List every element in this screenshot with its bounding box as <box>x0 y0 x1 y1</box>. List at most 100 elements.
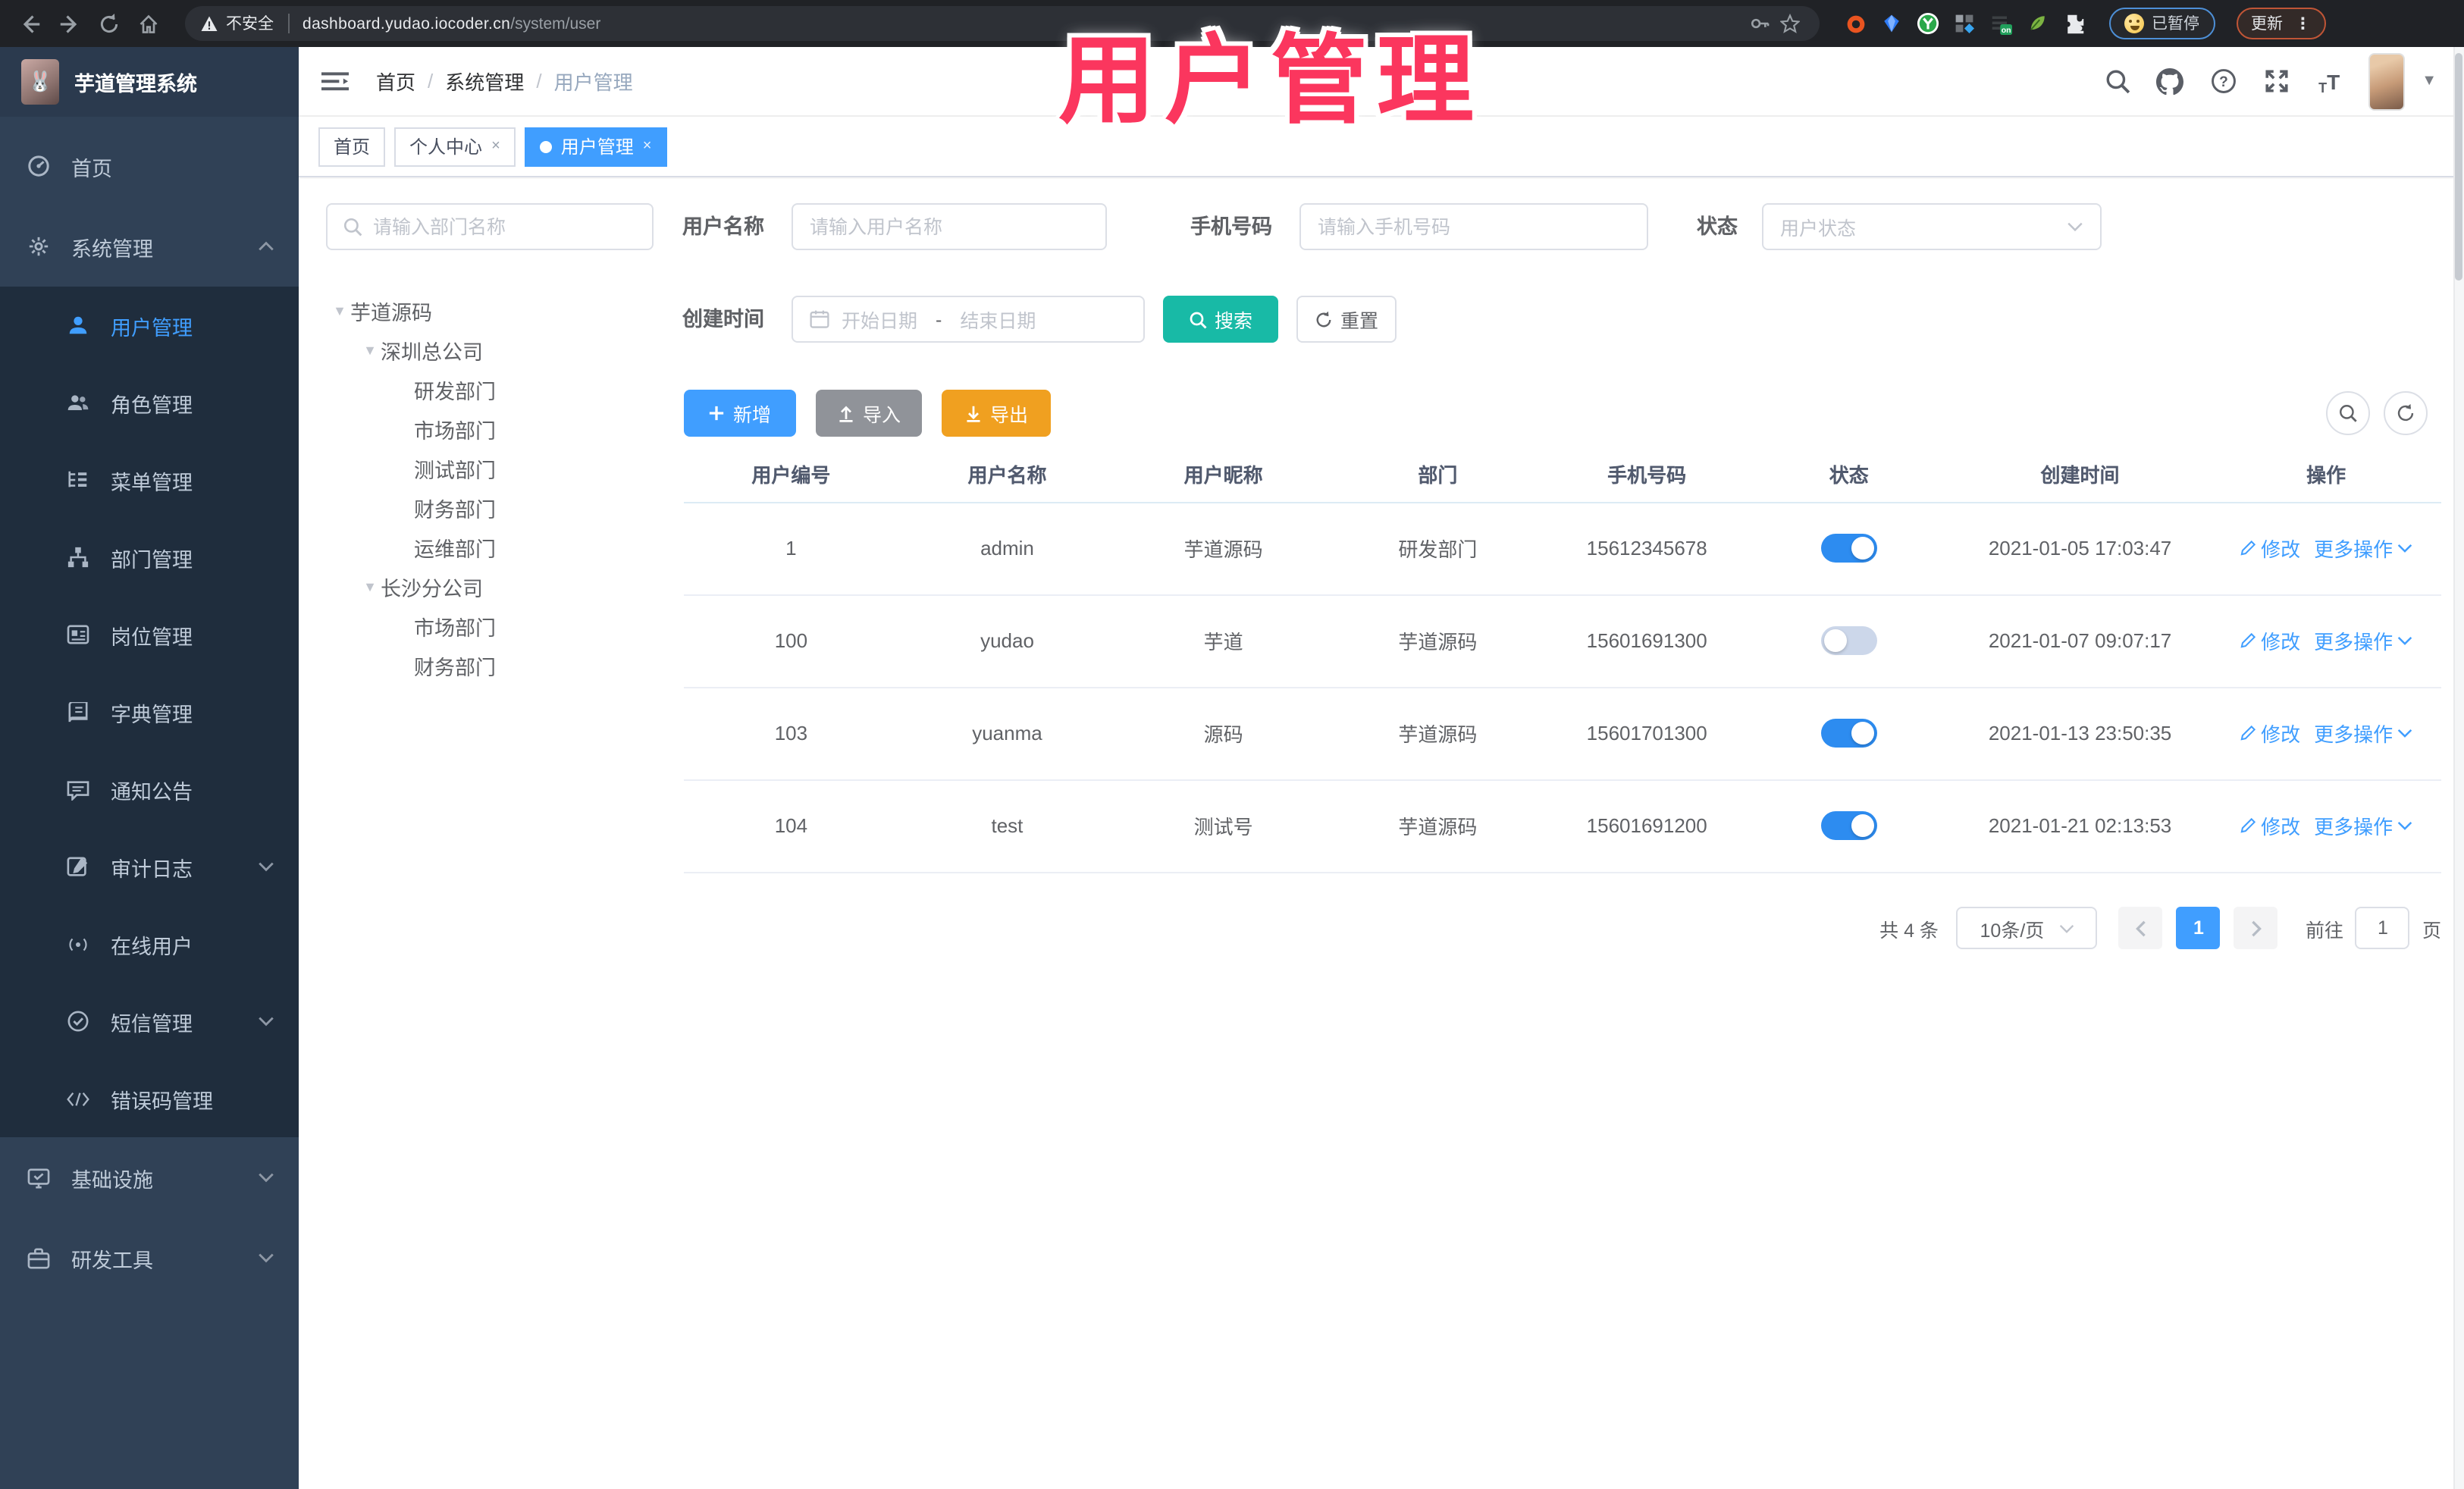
sidebar-item-label: 审计日志 <box>111 857 193 880</box>
table-refresh-button[interactable] <box>2384 391 2428 435</box>
caret-down-icon[interactable]: ▼ <box>359 343 381 358</box>
profile-paused-chip[interactable]: 已暂停 <box>2109 8 2215 39</box>
extension-on-badge-icon[interactable]: on <box>1989 12 2012 35</box>
tree-node-company[interactable]: ▼ 深圳总公司 <box>320 331 669 370</box>
tab-close-icon[interactable]: × <box>643 138 652 155</box>
password-key-icon[interactable] <box>1744 8 1774 39</box>
github-icon[interactable] <box>2156 67 2184 95</box>
sidebar-item-audit-log[interactable]: 审计日志 <box>0 828 299 905</box>
sidebar-item-role-management[interactable]: 角色管理 <box>0 364 299 441</box>
app-logo[interactable]: 🐰 芋道管理系统 <box>0 47 299 117</box>
add-button[interactable]: 新增 <box>684 390 796 437</box>
tab-user-management[interactable]: 用户管理 × <box>524 127 667 166</box>
reload-icon[interactable] <box>94 8 124 39</box>
address-bar[interactable]: 不安全 dashboard.yudao.iocoder.cn/system/us… <box>185 6 1820 41</box>
sidebar-item-system[interactable]: 系统管理 <box>0 206 299 287</box>
more-actions-link[interactable]: 更多操作 <box>2314 534 2412 563</box>
sidebar-item-dept-management[interactable]: 部门管理 <box>0 519 299 596</box>
extension-green-y-icon[interactable] <box>1917 12 1939 35</box>
breadcrumb-home[interactable]: 首页 <box>376 67 415 96</box>
extension-leaf-icon[interactable] <box>2026 12 2049 35</box>
sidebar-item-online-users[interactable]: 在线用户 <box>0 905 299 983</box>
header-search-icon[interactable] <box>2103 67 2130 95</box>
sidebar-collapse-icon[interactable] <box>321 69 352 93</box>
bookmark-star-icon[interactable] <box>1774 8 1804 39</box>
sidebar-item-errorcode-management[interactable]: 错误码管理 <box>0 1060 299 1137</box>
user-avatar[interactable] <box>2368 52 2406 110</box>
prev-page-button[interactable] <box>2118 907 2163 949</box>
tree-node-branch[interactable]: ▼ 长沙分公司 <box>320 567 669 607</box>
back-icon[interactable] <box>15 8 45 39</box>
chrome-update-button[interactable]: 更新 ⋮ <box>2236 8 2326 39</box>
caret-down-icon[interactable]: ▼ <box>329 303 350 318</box>
sidebar-item-post-management[interactable]: 岗位管理 <box>0 596 299 673</box>
tree-node-dept[interactable]: 测试部门 <box>320 449 669 488</box>
fullscreen-icon[interactable] <box>2262 67 2290 95</box>
goto-page-input[interactable] <box>2355 907 2410 949</box>
sidebar-item-sms-management[interactable]: 短信管理 <box>0 983 299 1060</box>
tab-profile[interactable]: 个人中心 × <box>394 127 516 166</box>
sidebar-item-menu-management[interactable]: 菜单管理 <box>0 441 299 519</box>
daterange-field[interactable]: 开始日期 - 结束日期 <box>792 296 1145 343</box>
sidebar-item-infrastructure[interactable]: 基础设施 <box>0 1137 299 1218</box>
sidebar-item-home[interactable]: 首页 <box>0 126 299 206</box>
next-page-button[interactable] <box>2234 907 2278 949</box>
page-scrollbar[interactable] <box>2453 47 2464 1489</box>
extension-grid-icon[interactable] <box>1953 12 1976 35</box>
site-security-badge[interactable]: 不安全 <box>200 12 274 35</box>
tab-home[interactable]: 首页 <box>318 127 386 166</box>
edit-link[interactable]: 修改 <box>2240 811 2300 840</box>
username-input[interactable] <box>810 216 1089 237</box>
tree-node-dept[interactable]: 运维部门 <box>320 528 669 567</box>
page-number-active[interactable]: 1 <box>2176 907 2221 949</box>
more-actions-link[interactable]: 更多操作 <box>2314 811 2412 840</box>
mobile-field[interactable] <box>1299 203 1648 250</box>
username-field[interactable] <box>792 203 1107 250</box>
more-actions-link[interactable]: 更多操作 <box>2314 719 2412 748</box>
tree-node-dept[interactable]: 市场部门 <box>320 607 669 646</box>
tree-node-dept[interactable]: 财务部门 <box>320 646 669 685</box>
export-button[interactable]: 导出 <box>942 390 1051 437</box>
extension-puzzle-icon[interactable] <box>2062 12 2085 35</box>
breadcrumb-current: 用户管理 <box>553 71 633 94</box>
sidebar-item-user-management[interactable]: 用户管理 <box>0 287 299 364</box>
page-size-select[interactable]: 10条/页 <box>1956 907 2098 949</box>
breadcrumb-separator: / <box>428 70 434 92</box>
breadcrumb-system[interactable]: 系统管理 <box>445 67 524 96</box>
edit-link[interactable]: 修改 <box>2240 626 2300 655</box>
sidebar-item-dict-management[interactable]: 字典管理 <box>0 673 299 751</box>
status-toggle[interactable] <box>1820 626 1877 655</box>
more-actions-link[interactable]: 更多操作 <box>2314 626 2412 655</box>
extension-gem-icon[interactable] <box>1880 12 1903 35</box>
tree-node-dept[interactable]: 市场部门 <box>320 409 669 449</box>
status-toggle[interactable] <box>1820 534 1877 563</box>
tree-node-dept[interactable]: 财务部门 <box>320 488 669 528</box>
search-button[interactable]: 搜索 <box>1163 296 1278 343</box>
status-toggle[interactable] <box>1820 719 1877 748</box>
edit-link[interactable]: 修改 <box>2240 534 2300 563</box>
reset-button[interactable]: 重置 <box>1296 296 1397 343</box>
tree-node-dept[interactable]: 研发部门 <box>320 370 669 409</box>
status-toggle[interactable] <box>1820 811 1877 840</box>
extension-ubuntu-icon[interactable] <box>1844 12 1867 35</box>
table-search-toggle-button[interactable] <box>2326 391 2370 435</box>
tab-close-icon[interactable]: × <box>491 138 500 155</box>
browser-menu-icon[interactable]: ⋮ <box>2295 14 2311 33</box>
dept-search-input[interactable] <box>373 216 616 237</box>
forward-icon[interactable] <box>55 8 85 39</box>
help-icon[interactable]: ? <box>2209 67 2237 95</box>
sidebar-item-dev-tools[interactable]: 研发工具 <box>0 1218 299 1298</box>
tree-node-root[interactable]: ▼ 芋道源码 <box>320 291 669 331</box>
sidebar-item-label: 用户管理 <box>111 316 193 339</box>
edit-link[interactable]: 修改 <box>2240 719 2300 748</box>
mobile-input[interactable] <box>1318 216 1630 237</box>
caret-down-icon[interactable]: ▼ <box>359 579 381 594</box>
avatar-caret-icon[interactable]: ▼ <box>2422 73 2437 89</box>
status-select[interactable]: 用户状态 <box>1762 203 2102 250</box>
font-size-icon[interactable]: TT <box>2315 67 2343 95</box>
sidebar-item-notice[interactable]: 通知公告 <box>0 751 299 828</box>
scrollbar-thumb[interactable] <box>2455 53 2462 281</box>
import-button[interactable]: 导入 <box>816 390 922 437</box>
dept-search-box[interactable] <box>326 203 654 250</box>
home-icon[interactable] <box>133 8 164 39</box>
